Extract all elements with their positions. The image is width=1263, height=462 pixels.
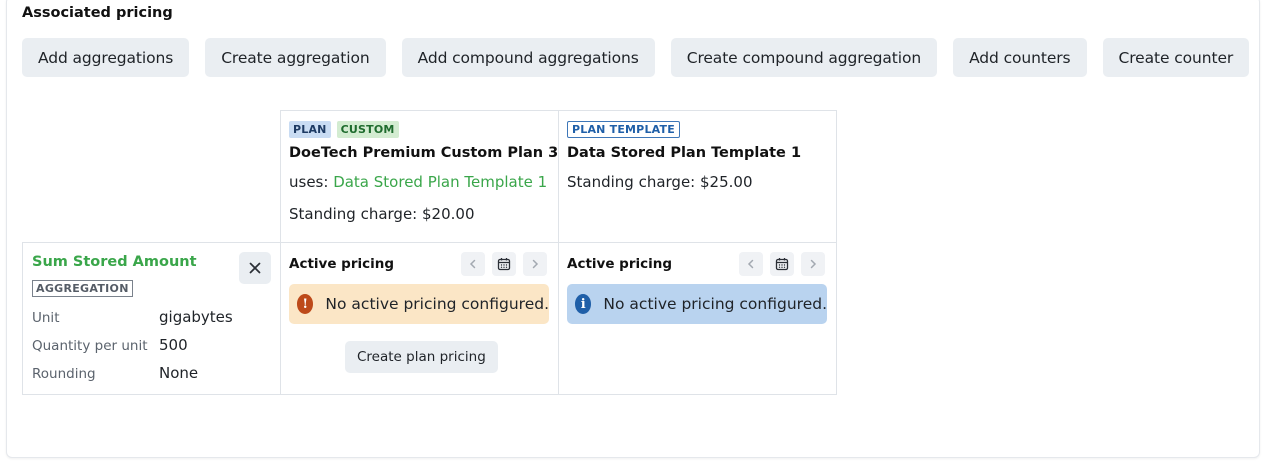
next-pricing-button[interactable]	[523, 252, 547, 276]
field-label: Unit	[32, 310, 60, 326]
pricing-cell-template: Active pricing i No active pricing confi…	[558, 242, 837, 395]
plan-tag: PLAN	[289, 121, 331, 138]
field-value: None	[159, 364, 199, 382]
section-title: Associated pricing	[22, 5, 173, 21]
no-pricing-warning: ! No active pricing configured.	[289, 284, 549, 324]
chevron-right-icon	[810, 259, 817, 269]
uses-label: uses:	[289, 173, 334, 191]
plan-tags: PLAN CUSTOM	[289, 121, 399, 138]
custom-tag: CUSTOM	[336, 121, 399, 138]
plan-name[interactable]: DoeTech Premium Custom Plan 3	[289, 145, 558, 161]
field-value: 500	[159, 336, 188, 354]
create-counter-button[interactable]: Create counter	[1102, 38, 1250, 77]
aggregation-cell: Sum Stored Amount AGGREGATION Unit gigab…	[22, 242, 281, 395]
matrix-corner	[22, 110, 281, 243]
calendar-icon	[497, 258, 511, 271]
pricing-cell-custom: Active pricing ! No active pricing confi…	[280, 242, 559, 395]
create-aggregation-button[interactable]: Create aggregation	[205, 38, 386, 77]
previous-pricing-button[interactable]	[461, 252, 485, 276]
aggregation-tag: AGGREGATION	[32, 280, 133, 297]
chevron-left-icon	[747, 259, 754, 269]
next-pricing-button[interactable]	[801, 252, 825, 276]
field-label: Rounding	[32, 366, 96, 382]
field-value: gigabytes	[159, 308, 233, 326]
create-plan-pricing-button[interactable]: Create plan pricing	[345, 341, 498, 373]
create-compound-aggregation-button[interactable]: Create compound aggregation	[670, 38, 938, 77]
field-quantity-per-unit: Quantity per unit 500	[32, 336, 188, 354]
pricing-nav	[739, 252, 825, 276]
no-pricing-info: i No active pricing configured.	[567, 284, 827, 324]
active-pricing-title: Active pricing	[567, 256, 673, 272]
remove-aggregation-button[interactable]	[239, 252, 271, 284]
plan-header-template: PLAN TEMPLATE Data Stored Plan Template …	[558, 110, 837, 243]
field-rounding: Rounding None	[32, 364, 198, 382]
plan-name[interactable]: Data Stored Plan Template 1	[567, 145, 801, 161]
plan-header-custom: PLAN CUSTOM DoeTech Premium Custom Plan …	[280, 110, 559, 243]
pricing-nav	[461, 252, 547, 276]
plan-template-tag: PLAN TEMPLATE	[567, 121, 680, 138]
info-circle-icon: i	[575, 294, 592, 314]
active-pricing-title: Active pricing	[289, 256, 395, 272]
pricing-matrix: PLAN CUSTOM DoeTech Premium Custom Plan …	[22, 110, 837, 395]
add-aggregations-button[interactable]: Add aggregations	[22, 38, 190, 77]
field-unit: Unit gigabytes	[32, 308, 233, 326]
previous-pricing-button[interactable]	[739, 252, 763, 276]
alert-text: No active pricing configured.	[325, 295, 549, 313]
toolbar: Add aggregations Create aggregation Add …	[22, 38, 1250, 77]
uses-template-link[interactable]: Data Stored Plan Template 1	[333, 173, 547, 191]
aggregation-name[interactable]: Sum Stored Amount	[32, 254, 197, 270]
standing-charge: Standing charge: $20.00	[289, 205, 475, 223]
calendar-icon	[775, 258, 789, 271]
field-label: Quantity per unit	[32, 338, 148, 354]
close-icon	[249, 262, 261, 274]
plan-uses: uses: Data Stored Plan Template 1	[289, 173, 547, 191]
add-counters-button[interactable]: Add counters	[953, 38, 1087, 77]
alert-text: No active pricing configured.	[603, 295, 827, 313]
calendar-button[interactable]	[770, 252, 794, 276]
chevron-left-icon	[469, 259, 476, 269]
exclamation-circle-icon: !	[297, 294, 314, 314]
standing-charge: Standing charge: $25.00	[567, 173, 753, 191]
plan-tags: PLAN TEMPLATE	[567, 121, 680, 138]
calendar-button[interactable]	[492, 252, 516, 276]
chevron-right-icon	[532, 259, 539, 269]
add-compound-aggregations-button[interactable]: Add compound aggregations	[401, 38, 655, 77]
